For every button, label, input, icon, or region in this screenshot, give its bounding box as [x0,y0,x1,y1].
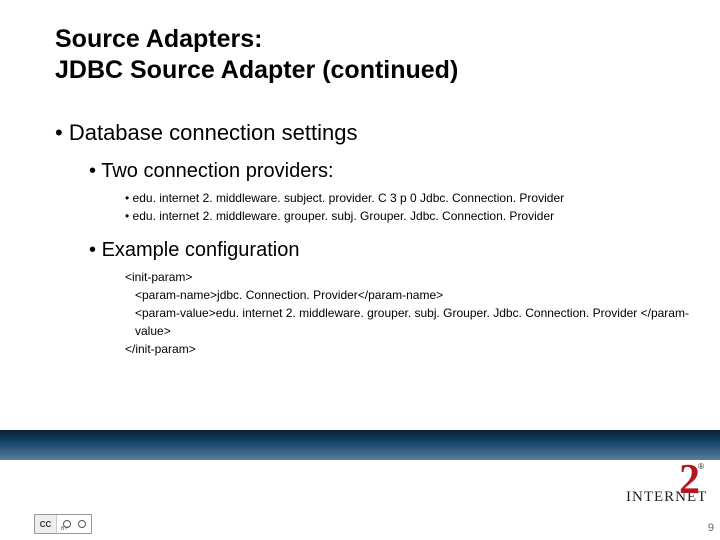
logo-numeral: 2 [679,456,700,504]
logo-registered-icon: ® [698,462,704,471]
cfg-line-2: <param-name>jdbc. Connection. Provider</… [135,286,690,304]
bullet-level2-providers: Two connection providers: [89,160,690,183]
bullet-level1: Database connection settings [55,120,690,146]
page-number: 9 [708,522,714,534]
slide: Source Adapters: JDBC Source Adapter (co… [0,0,720,540]
bullet-level2-example: Example configuration [89,239,690,262]
slide-title: Source Adapters: JDBC Source Adapter (co… [55,24,458,87]
cc-by-label: BY [61,526,68,532]
cfg-line-4: </init-param> [125,340,690,358]
cc-sharealike-icon [78,520,86,528]
title-line-2: JDBC Source Adapter (continued) [55,56,458,84]
footer-bar [0,430,720,460]
internet2-logo: INTERNET 2 ® [626,462,696,508]
title-line-1: Source Adapters: [55,25,262,53]
cc-license-badge: CC BY [34,514,92,534]
cfg-line-1: <init-param> [125,268,690,286]
cc-logo-icon: CC [35,515,57,533]
cfg-line-3: <param-value>edu. internet 2. middleware… [135,304,690,340]
provider-item-2: edu. internet 2. middleware. grouper. su… [125,207,690,225]
config-block: <init-param> <param-name>jdbc. Connectio… [125,268,690,358]
provider-item-1: edu. internet 2. middleware. subject. pr… [125,189,690,207]
slide-body: Database connection settings Two connect… [55,120,690,358]
